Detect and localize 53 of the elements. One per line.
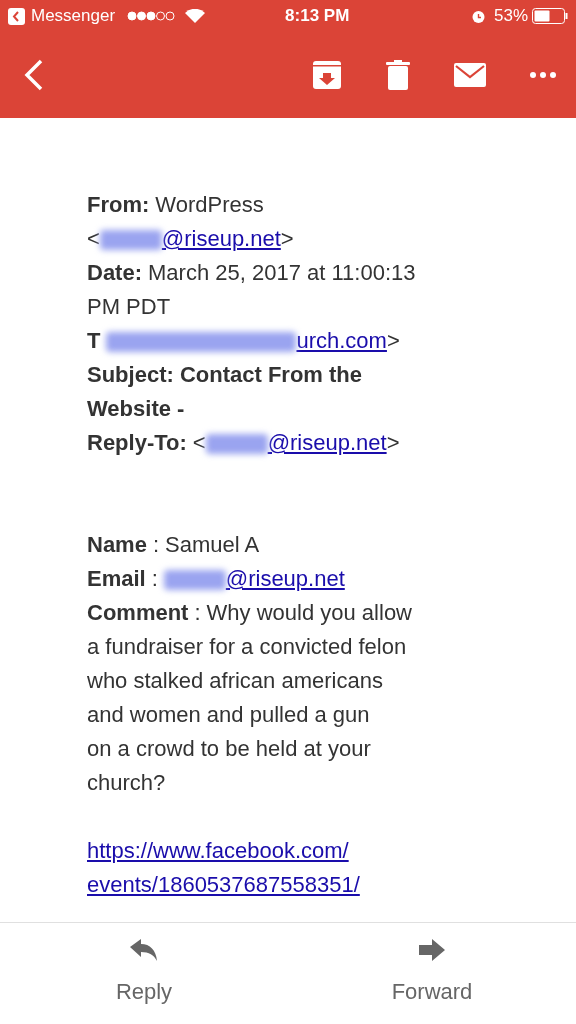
field-label: Email (87, 566, 146, 591)
field-separator: : (152, 532, 160, 557)
signal-icon (127, 11, 176, 21)
header-value: > (386, 430, 400, 455)
email-link[interactable]: @riseup.net (161, 226, 281, 251)
battery-icon (532, 8, 568, 24)
redaction-blur (163, 570, 226, 591)
field-separator: : (151, 566, 158, 591)
field-value: and women and pulled a gun (87, 702, 370, 727)
header-value: < (87, 226, 100, 251)
back-icon[interactable] (24, 59, 44, 91)
field-separator: : (194, 600, 201, 625)
back-app-label[interactable]: Messenger (31, 3, 116, 29)
header-label: From: (87, 192, 150, 217)
url-link[interactable]: events/1860537687558351/ (87, 868, 360, 902)
field-value: church? (87, 770, 166, 795)
email-link[interactable]: urch.com (296, 328, 387, 353)
header-label: Subject: Contact From the (87, 362, 362, 387)
field-value: a fundraiser for a convicted felon (87, 634, 407, 659)
field-value: Samuel A (165, 532, 260, 557)
field-value: who stalked african americans (87, 668, 383, 693)
reply-icon (130, 939, 158, 961)
header-label: Reply-To: (87, 430, 187, 455)
reply-button[interactable]: Reply (0, 923, 288, 1024)
field-label: Name (87, 532, 147, 557)
header-value: > (386, 328, 400, 353)
field-label: Comment (87, 600, 189, 625)
wifi-icon (185, 9, 206, 23)
alarm-icon (470, 8, 486, 24)
redaction-blur (205, 434, 268, 455)
email-link[interactable]: @riseup.net (267, 430, 387, 455)
redaction-blur (99, 230, 162, 251)
back-app-icon[interactable] (8, 7, 25, 25)
field-value: Why would you allow (206, 600, 412, 625)
email-link[interactable]: @riseup.net (225, 566, 345, 591)
archive-icon[interactable] (312, 60, 342, 90)
forward-button[interactable]: Forward (288, 923, 576, 1024)
battery-percent: 53% (493, 5, 528, 28)
more-icon[interactable] (530, 72, 556, 78)
header-value: < (192, 430, 206, 455)
header-label: Website - (87, 396, 185, 421)
header-label: T (87, 328, 101, 353)
header-label: Date: (87, 260, 142, 285)
header-value: WordPress (155, 192, 264, 217)
field-value: on a crowd to be held at your (87, 736, 371, 761)
header-value: March 25, 2017 at 11:00:13 (148, 260, 416, 285)
header-value: PM PDT (87, 294, 171, 319)
mail-icon[interactable] (454, 63, 486, 87)
header-value: > (280, 226, 294, 251)
trash-icon[interactable] (386, 60, 410, 90)
forward-arrow-icon (419, 939, 445, 961)
url-link[interactable]: https://www.facebook.com/ (87, 834, 349, 868)
status-time: 8:13 PM (285, 5, 350, 28)
